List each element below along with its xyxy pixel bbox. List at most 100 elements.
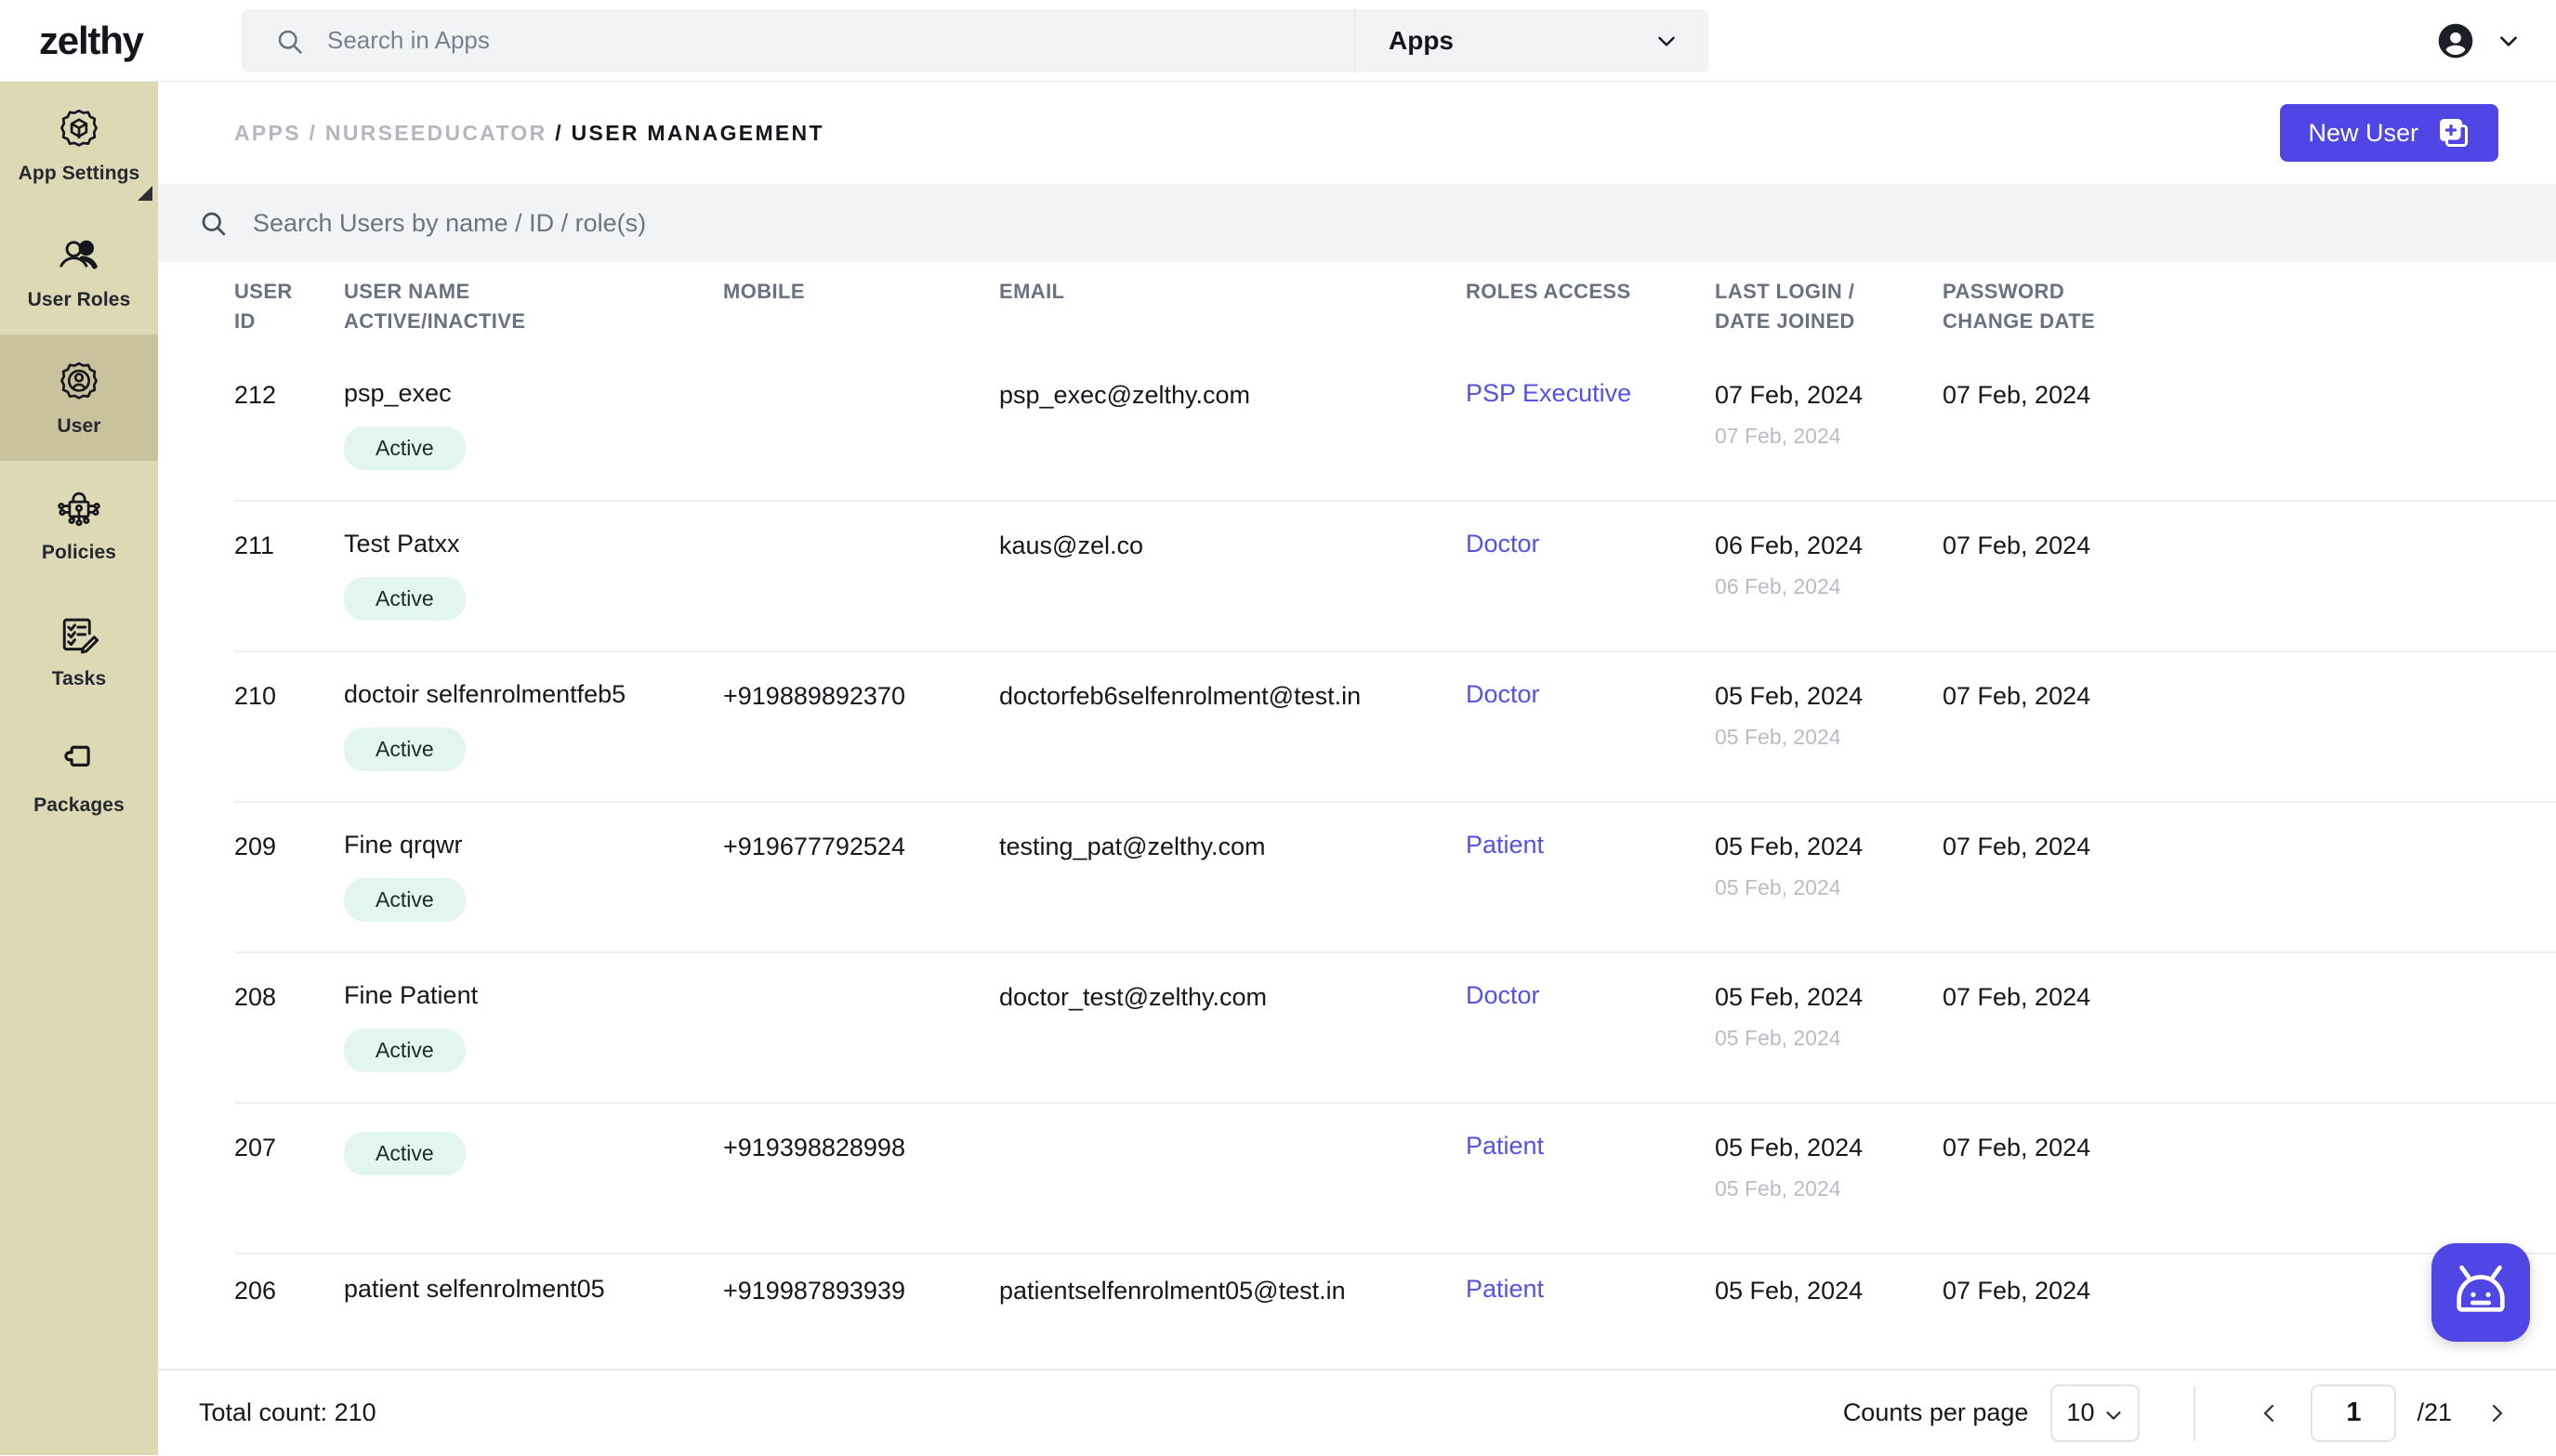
cell-email: doctor_test@zelthy.com <box>999 981 1466 1013</box>
table-row[interactable]: 212 psp_exec Active psp_exec@zelthy.com … <box>158 351 2556 502</box>
cell-last-login: 05 Feb, 2024 05 Feb, 2024 <box>1715 831 1943 900</box>
cell-last-login: 05 Feb, 2024 05 Feb, 2024 <box>1715 680 1943 750</box>
cell-last-login: 05 Feb, 2024 05 Feb, 2024 <box>1715 1132 1943 1201</box>
users-search-bar[interactable] <box>158 184 2556 262</box>
global-search-input[interactable] <box>327 26 1298 55</box>
user-name-text: Test Patxx <box>344 530 723 558</box>
cell-user-name: Fine Patient Active <box>344 981 723 1072</box>
table-row[interactable]: 206 patient selfenrolment05 +91998789393… <box>158 1254 2556 1306</box>
account-chevron-down-icon[interactable] <box>2497 29 2521 53</box>
chevron-down-icon <box>2103 1403 2124 1423</box>
table-row[interactable]: 210 doctoir selfenrolmentfeb5 Active +91… <box>158 652 2556 803</box>
cell-mobile: +919987893939 <box>723 1275 999 1306</box>
sidebar-collapse-toggle-icon[interactable] <box>138 186 152 201</box>
cell-email: doctorfeb6selfenrolment@test.in <box>999 680 1466 712</box>
people-icon <box>54 231 104 282</box>
table-row[interactable]: 207 Active +919398828998 Patient 05 Feb,… <box>158 1104 2556 1254</box>
col-user-name-l2: ACTIVE/INACTIVE <box>344 307 723 336</box>
col-user-id-l2: ID <box>234 307 344 336</box>
role-link[interactable]: Patient <box>1466 1275 1544 1303</box>
col-email-l1: EMAIL <box>999 277 1466 307</box>
cell-mobile: +919398828998 <box>723 1132 999 1163</box>
page-number-input[interactable]: 1 <box>2311 1384 2396 1442</box>
search-scope-dropdown[interactable]: Apps <box>1355 9 1708 72</box>
gear-person-icon <box>54 358 104 408</box>
cell-role[interactable]: Doctor <box>1466 981 1715 1010</box>
role-link[interactable]: Patient <box>1466 831 1544 859</box>
sidebar-label-user-roles: User Roles <box>28 289 131 311</box>
cell-user-id: 207 <box>234 1132 344 1163</box>
last-login-date: 06 Feb, 2024 <box>1715 530 1943 561</box>
cell-email: patientselfenrolment05@test.in <box>999 1275 1466 1306</box>
table-row[interactable]: 211 Test Patxx Active kaus@zel.co Doctor… <box>158 502 2556 652</box>
sidebar-item-user-roles[interactable]: User Roles <box>0 208 158 334</box>
robot-assistant-icon <box>2448 1258 2513 1328</box>
cell-password-change-date: 07 Feb, 2024 <box>1943 1132 2221 1163</box>
search-scope-label: Apps <box>1389 26 1454 56</box>
cell-user-id: 208 <box>234 981 344 1013</box>
cell-last-login: 06 Feb, 2024 06 Feb, 2024 <box>1715 530 1943 599</box>
sidebar-item-tasks[interactable]: Tasks <box>0 587 158 714</box>
user-name-text: patient selfenrolment05 <box>344 1275 723 1304</box>
new-user-label: New User <box>2308 119 2418 148</box>
sidebar-item-app-settings[interactable]: App Settings <box>0 82 158 208</box>
cell-role[interactable]: Doctor <box>1466 680 1715 709</box>
global-search-input-wrap[interactable] <box>242 9 1354 72</box>
role-link[interactable]: Patient <box>1466 1132 1544 1160</box>
policy-network-icon <box>54 484 104 534</box>
role-link[interactable]: PSP Executive <box>1466 379 1631 407</box>
col-last-l2: DATE JOINED <box>1715 307 1943 336</box>
date-joined: 05 Feb, 2024 <box>1715 1176 1943 1201</box>
status-badge: Active <box>344 878 466 922</box>
cell-role[interactable]: PSP Executive <box>1466 379 1715 408</box>
breadcrumb-current: USER MANAGEMENT <box>572 121 824 145</box>
cell-role[interactable]: Patient <box>1466 831 1715 859</box>
role-link[interactable]: Doctor <box>1466 981 1540 1009</box>
cell-password-change-date: 07 Feb, 2024 <box>1943 379 2221 411</box>
new-user-button[interactable]: New User <box>2280 104 2498 162</box>
sidebar-item-user[interactable]: User <box>0 334 158 461</box>
cell-user-name: Active <box>344 1132 723 1175</box>
checklist-edit-icon <box>54 610 104 661</box>
table-row[interactable]: 209 Fine qrqwr Active +919677792524 test… <box>158 803 2556 953</box>
topbar-account-area[interactable] <box>2435 0 2521 82</box>
column-header-last-login: LAST LOGIN / DATE JOINED <box>1715 277 1943 336</box>
col-user-name-l1: USER NAME <box>344 277 723 307</box>
global-search-bar[interactable]: Apps <box>242 9 1708 72</box>
search-icon <box>275 27 303 55</box>
cell-mobile: +919889892370 <box>723 680 999 712</box>
cell-user-name: patient selfenrolment05 <box>344 1275 723 1304</box>
brand-logo[interactable]: zelthy <box>0 19 158 63</box>
user-name-text: psp_exec <box>344 379 723 408</box>
account-circle-icon[interactable] <box>2435 20 2476 61</box>
sidebar-item-policies[interactable]: Policies <box>0 461 158 587</box>
table-row[interactable]: 208 Fine Patient Active doctor_test@zelt… <box>158 953 2556 1104</box>
role-link[interactable]: Doctor <box>1466 530 1540 557</box>
chat-assistant-button[interactable] <box>2431 1243 2530 1342</box>
footer-divider <box>2194 1385 2195 1441</box>
page-total-label: /21 <box>2417 1398 2452 1427</box>
breadcrumb-parent[interactable]: APPS / NURSEEDUCATOR <box>234 121 547 145</box>
next-page-button[interactable] <box>2476 1388 2517 1438</box>
cell-user-name: Fine qrqwr Active <box>344 831 723 922</box>
column-header-user-name: USER NAME ACTIVE/INACTIVE <box>344 277 723 336</box>
date-joined: 07 Feb, 2024 <box>1715 424 1943 449</box>
users-search-input[interactable] <box>253 209 2139 238</box>
counts-per-page-label: Counts per page <box>1843 1398 2029 1427</box>
prev-page-button[interactable] <box>2249 1388 2290 1438</box>
cell-user-name: doctoir selfenrolmentfeb5 Active <box>344 680 723 771</box>
col-user-id-l1: USER <box>234 277 344 307</box>
role-link[interactable]: Doctor <box>1466 680 1540 708</box>
counts-per-page-value: 10 <box>2066 1398 2094 1427</box>
cell-user-id: 206 <box>234 1275 344 1306</box>
counts-per-page-select[interactable]: 10 <box>2050 1384 2140 1442</box>
sidebar-item-packages[interactable]: Packages <box>0 714 158 840</box>
cell-password-change-date: 07 Feb, 2024 <box>1943 1275 2221 1306</box>
cell-role[interactable]: Patient <box>1466 1132 1715 1161</box>
cell-password-change-date: 07 Feb, 2024 <box>1943 981 2221 1013</box>
cell-password-change-date: 07 Feb, 2024 <box>1943 680 2221 712</box>
user-name-text: Fine qrqwr <box>344 831 723 859</box>
cell-role[interactable]: Doctor <box>1466 530 1715 558</box>
cell-role[interactable]: Patient <box>1466 1275 1715 1304</box>
status-badge: Active <box>344 1029 466 1072</box>
